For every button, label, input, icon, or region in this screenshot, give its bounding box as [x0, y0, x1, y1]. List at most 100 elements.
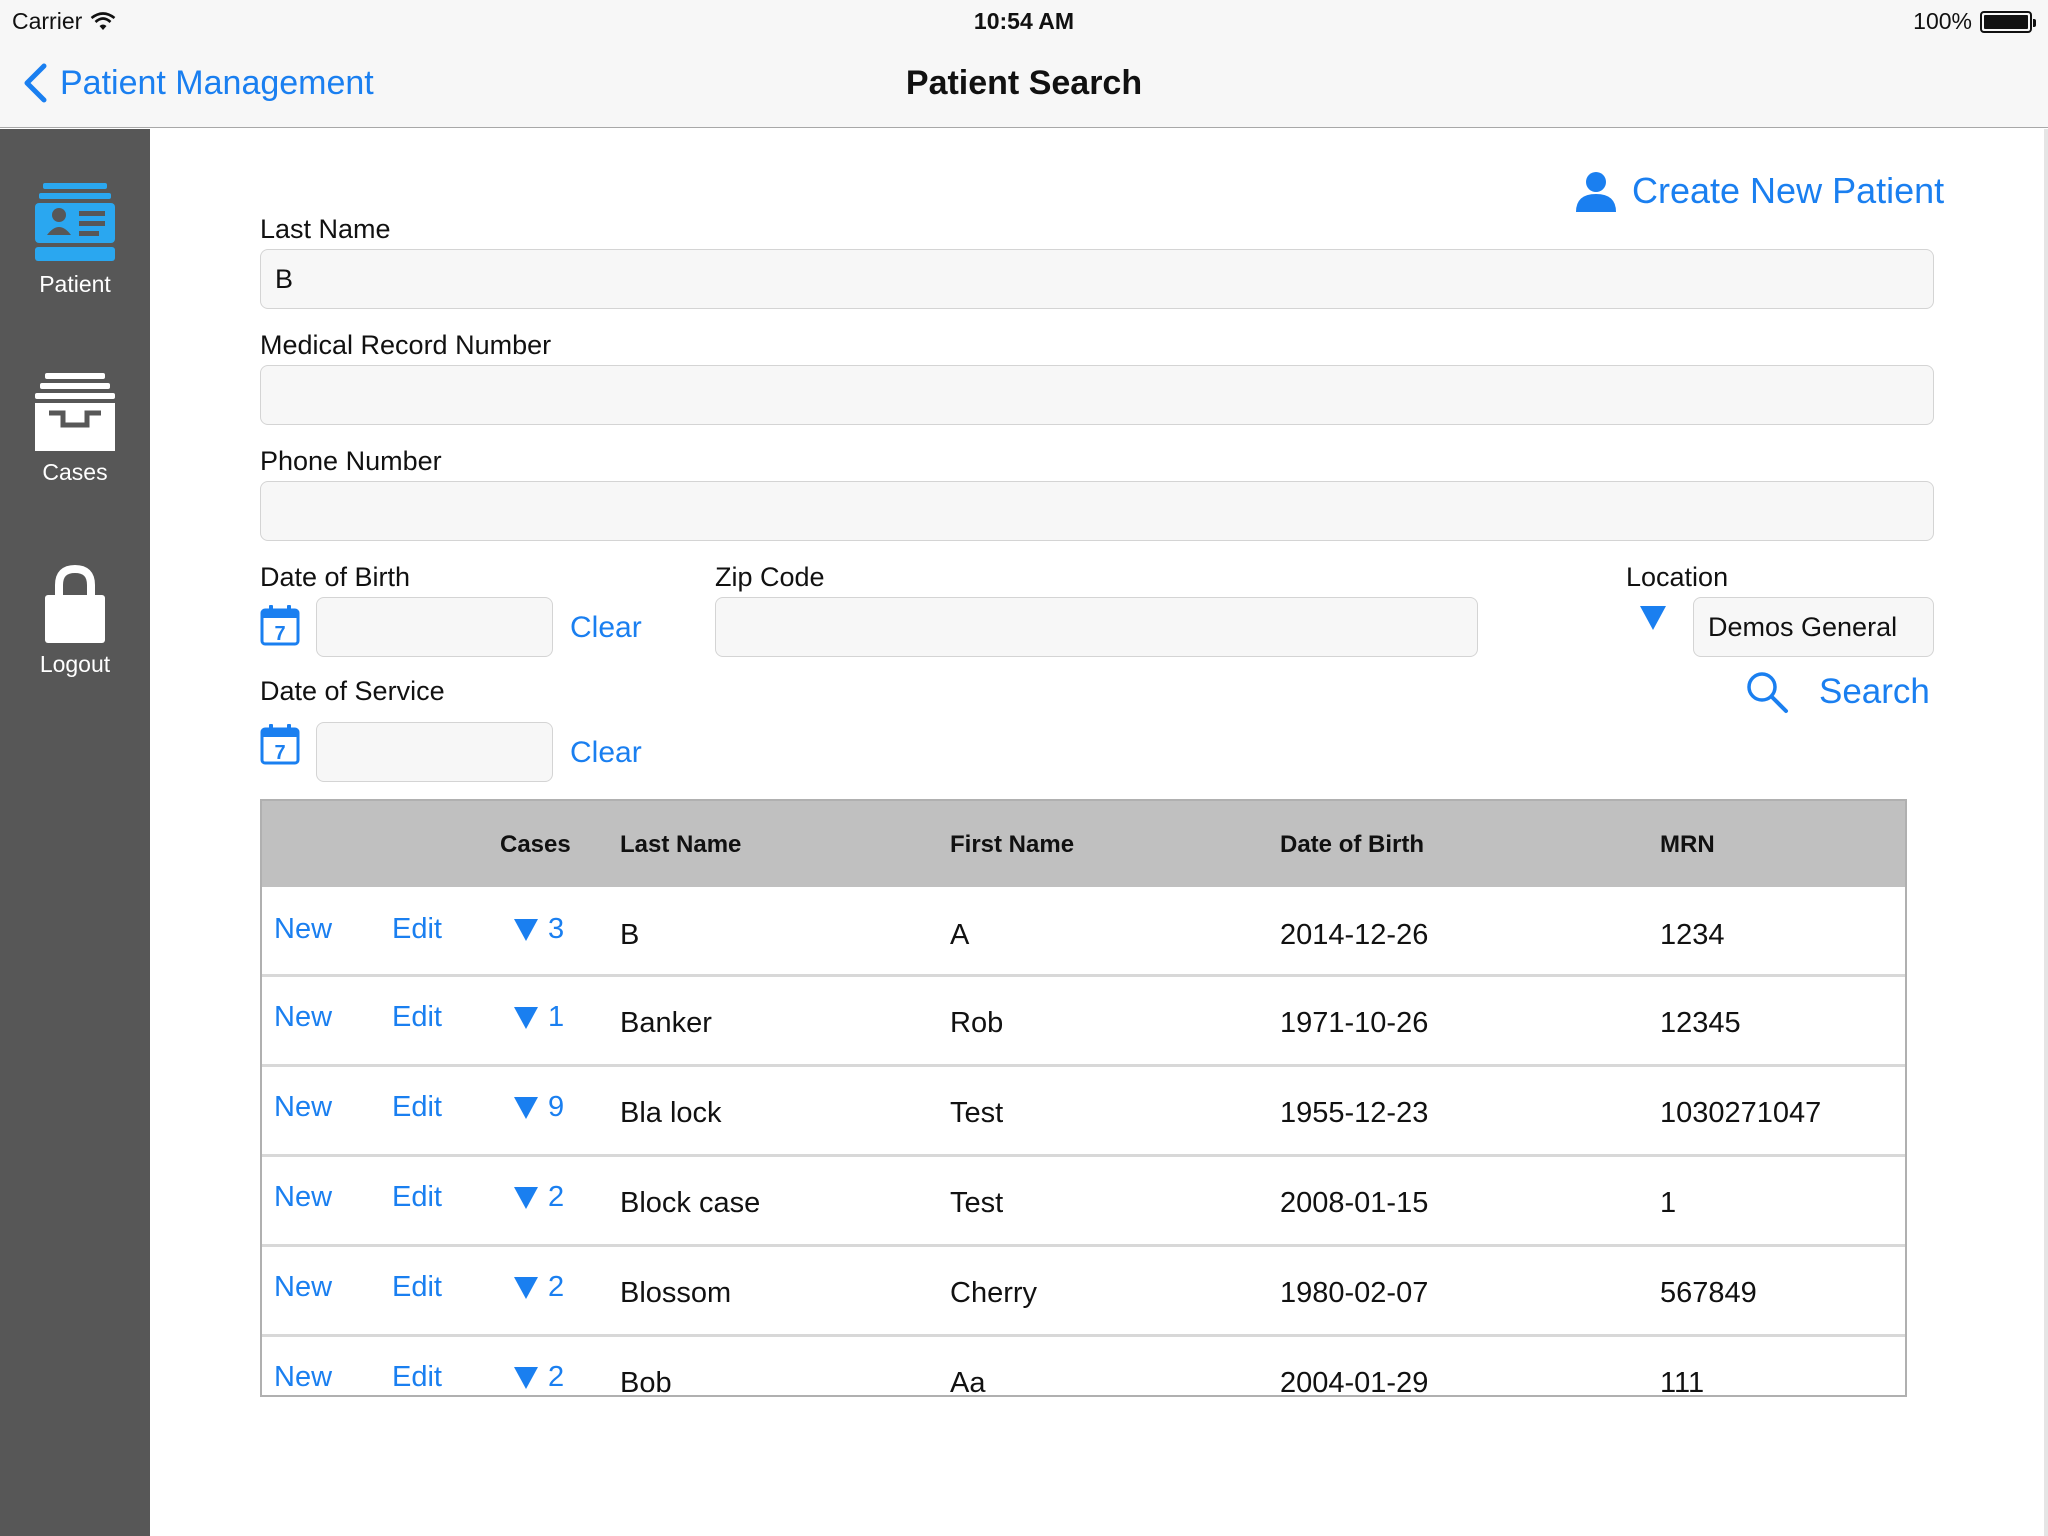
dos-input[interactable] [316, 722, 553, 782]
status-bar: Carrier 10:54 AM 100% [0, 0, 2048, 40]
zip-label: Zip Code [715, 562, 825, 592]
cell-mrn: 1 [1660, 1187, 1677, 1219]
svg-text:7: 7 [274, 623, 285, 645]
sidebar-item-logout[interactable]: Logout [0, 563, 150, 678]
status-time: 10:54 AM [973, 8, 1075, 34]
table-row: New Edit 1 Banker Rob 1971-10-26 12345 [262, 977, 1905, 1067]
chevron-down-icon [514, 1096, 538, 1119]
last-name-input[interactable]: B [260, 249, 1934, 309]
sidebar-item-patient[interactable]: Patient [0, 181, 150, 298]
cell-first-name: A [950, 919, 970, 951]
cases-count: 9 [548, 1091, 565, 1123]
table-row: New Edit 2 Blossom Cherry 1980-02-07 567… [262, 1247, 1905, 1337]
location-select[interactable]: Demos General [1693, 597, 1934, 657]
chevron-down-icon [1640, 606, 1666, 630]
header-mrn: MRN [1660, 831, 1715, 858]
dob-clear-button[interactable]: Clear [570, 611, 642, 645]
cases-expand-toggle[interactable]: 9 [514, 1091, 564, 1124]
cell-dob: 1971-10-26 [1280, 1007, 1429, 1039]
battery-icon [1980, 10, 2036, 33]
cell-dob: 1980-02-07 [1280, 1277, 1429, 1309]
new-case-button[interactable]: New [274, 1181, 332, 1214]
mrn-label: Medical Record Number [260, 330, 552, 360]
sidebar-item-cases[interactable]: Cases [0, 373, 150, 486]
cell-mrn: 111 [1660, 1367, 1705, 1397]
cases-count: 1 [548, 1001, 565, 1033]
cell-dob: 1955-12-23 [1280, 1097, 1429, 1129]
create-new-patient-button[interactable]: Create New Patient [1574, 170, 1944, 212]
cell-mrn: 1030271047 [1660, 1097, 1822, 1129]
cell-first-name: Test [950, 1187, 1004, 1219]
cell-dob: 2014-12-26 [1280, 919, 1429, 951]
chevron-down-icon [514, 1186, 538, 1209]
cell-last-name: Bob [620, 1367, 672, 1397]
sidebar: Patient Cases Logout [0, 129, 150, 1536]
chevron-down-icon [514, 1006, 538, 1029]
cases-count: 2 [548, 1361, 565, 1393]
battery-percent: 100% [1913, 8, 1972, 34]
cell-mrn: 1234 [1660, 919, 1725, 951]
cell-first-name: Aa [950, 1367, 986, 1397]
search-button[interactable]: Search [1745, 670, 1930, 714]
cases-expand-toggle[interactable]: 3 [514, 913, 564, 946]
cell-dob: 2008-01-15 [1280, 1187, 1429, 1219]
edit-patient-button[interactable]: Edit [392, 1271, 442, 1304]
table-row: New Edit 2 Bob Aa 2004-01-29 111 [262, 1337, 1905, 1397]
edit-patient-button[interactable]: Edit [392, 1001, 442, 1034]
results-table: Cases Last Name First Name Date of Birth… [260, 799, 1907, 1397]
last-name-label: Last Name [260, 214, 391, 244]
new-case-button[interactable]: New [274, 913, 332, 946]
mrn-input[interactable] [260, 365, 1934, 425]
cases-count: 2 [548, 1181, 565, 1213]
new-case-button[interactable]: New [274, 1091, 332, 1124]
cases-expand-toggle[interactable]: 1 [514, 1001, 564, 1034]
zip-input[interactable] [715, 597, 1478, 657]
phone-input[interactable] [260, 481, 1934, 541]
cell-first-name: Rob [950, 1007, 1004, 1039]
sidebar-item-label: Cases [42, 459, 108, 485]
chevron-down-icon [514, 1366, 538, 1389]
cases-tray-icon [35, 373, 115, 451]
location-dropdown-toggle[interactable] [1640, 606, 1666, 635]
new-case-button[interactable]: New [274, 1361, 332, 1394]
chevron-down-icon [514, 1276, 538, 1299]
cell-last-name: Blossom [620, 1277, 732, 1309]
cases-expand-toggle[interactable]: 2 [514, 1271, 564, 1304]
new-case-button[interactable]: New [274, 1271, 332, 1304]
sidebar-item-label: Patient [39, 271, 111, 297]
cases-expand-toggle[interactable]: 2 [514, 1361, 564, 1394]
edit-patient-button[interactable]: Edit [392, 913, 442, 946]
cell-last-name: B [620, 919, 640, 951]
dob-label: Date of Birth [260, 562, 411, 592]
person-icon [1576, 172, 1616, 212]
cell-first-name: Cherry [950, 1277, 1038, 1309]
header-cases: Cases [500, 831, 571, 858]
table-row: New Edit 3 B A 2014-12-26 1234 [262, 887, 1905, 977]
chevron-down-icon [514, 918, 538, 941]
cell-last-name: Block case [620, 1187, 761, 1219]
dos-clear-button[interactable]: Clear [570, 736, 642, 770]
dob-input[interactable] [316, 597, 553, 657]
page-title: Patient Search [905, 64, 1143, 102]
cell-first-name: Test [950, 1097, 1004, 1129]
create-new-patient-label: Create New Patient [1632, 170, 1945, 211]
header-last-name: Last Name [620, 831, 742, 858]
phone-label: Phone Number [260, 446, 442, 476]
right-edge-divider [2044, 129, 2048, 1536]
cases-count: 2 [548, 1271, 565, 1303]
new-case-button[interactable]: New [274, 1001, 332, 1034]
svg-text:7: 7 [274, 742, 285, 764]
navigation-bar: Patient Management Patient Search [0, 40, 2048, 128]
status-battery: 100% [1913, 8, 2036, 35]
table-row: New Edit 2 Block case Test 2008-01-15 1 [262, 1157, 1905, 1247]
cases-expand-toggle[interactable]: 2 [514, 1181, 564, 1214]
cell-dob: 2004-01-29 [1280, 1367, 1429, 1397]
calendar-icon[interactable]: 7 [260, 723, 300, 765]
patient-card-icon [35, 183, 115, 261]
calendar-icon[interactable]: 7 [260, 604, 300, 646]
edit-patient-button[interactable]: Edit [392, 1091, 442, 1124]
table-row: New Edit 9 Bla lock Test 1955-12-23 1030… [262, 1067, 1905, 1157]
edit-patient-button[interactable]: Edit [392, 1181, 442, 1214]
search-icon [1747, 672, 1788, 713]
edit-patient-button[interactable]: Edit [392, 1361, 442, 1394]
